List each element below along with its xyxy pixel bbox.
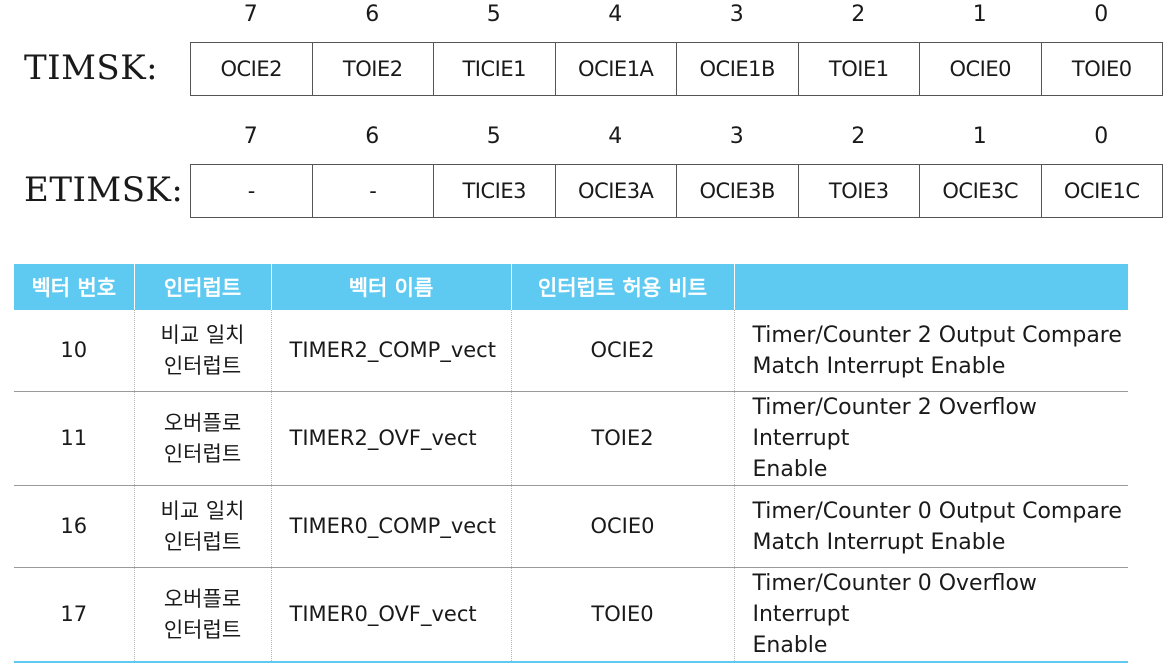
header-vector-name: 벡터 이름 [271, 264, 512, 310]
interrupt-type: 오버플로 인터럽트 [134, 391, 272, 486]
bit-number: 2 [851, 124, 866, 149]
table-row: 16 비교 일치 인터럽트 TIMER0_COMP_vect OCIE0 Time… [14, 485, 1128, 568]
enable-bit: OCIE0 [511, 485, 735, 568]
bit-number: 5 [486, 2, 501, 27]
vector-name: TIMER0_OVF_vect [271, 567, 512, 663]
bit-number: 7 [243, 2, 258, 27]
bit-field: TOIE1 [799, 43, 920, 95]
enable-bit: TOIE0 [511, 567, 735, 663]
bit-field: OCIE0 [920, 43, 1042, 95]
bit-number: 6 [365, 124, 380, 149]
enable-bit: OCIE2 [511, 310, 735, 392]
bit-field: OCIE1B [677, 43, 799, 95]
bit-field-row: OCIE2 TOIE2 TICIE1 OCIE1A OCIE1B TOIE1 O… [190, 42, 1163, 96]
description: Timer/Counter 2 Overflow Interrupt Enable [734, 391, 1128, 486]
bit-field: TOIE0 [1042, 43, 1163, 95]
register-name: ETIMSK: [24, 170, 184, 210]
register-name: TIMSK: [24, 48, 159, 88]
bit-field: TICIE3 [434, 165, 556, 217]
bit-field: TOIE3 [799, 165, 920, 217]
bit-field: - [191, 165, 313, 217]
bit-number: 3 [729, 124, 744, 149]
bit-number-row: 7 6 5 4 3 2 1 0 [190, 124, 1162, 149]
description: Timer/Counter 0 Overflow Interrupt Enable [734, 567, 1128, 663]
bit-number: 1 [972, 124, 987, 149]
interrupt-type: 오버플로 인터럽트 [134, 567, 272, 663]
bit-number-row: 7 6 5 4 3 2 1 0 [190, 2, 1162, 27]
vector-number: 16 [14, 485, 135, 568]
table-row: 10 비교 일치 인터럽트 TIMER2_COMP_vect OCIE2 Time… [14, 310, 1128, 392]
table-row: 11 오버플로 인터럽트 TIMER2_OVF_vect TOIE2 Timer/… [14, 391, 1128, 486]
vector-number: 17 [14, 567, 135, 663]
bit-field: OCIE3C [920, 165, 1042, 217]
bit-field: OCIE1A [556, 43, 677, 95]
bit-field-row: - - TICIE3 OCIE3A OCIE3B TOIE3 OCIE3C OC… [190, 164, 1163, 218]
bit-field: OCIE3A [556, 165, 677, 217]
vector-number: 11 [14, 391, 135, 486]
bit-number: 5 [486, 124, 501, 149]
bit-number: 6 [365, 2, 380, 27]
bit-field: TICIE1 [434, 43, 556, 95]
vector-number: 10 [14, 310, 135, 392]
bit-number: 4 [608, 2, 623, 27]
vector-name: TIMER2_COMP_vect [271, 310, 512, 392]
bit-number: 4 [608, 124, 623, 149]
bit-number: 3 [729, 2, 744, 27]
vector-name: TIMER0_COMP_vect [271, 485, 512, 568]
table-header-row: 벡터 번호 인터럽트 벡터 이름 인터럽트 허용 비트 [14, 264, 1128, 310]
bit-field: OCIE2 [191, 43, 313, 95]
interrupt-type: 비교 일치 인터럽트 [134, 310, 272, 392]
bit-number: 7 [243, 124, 258, 149]
vector-name: TIMER2_OVF_vect [271, 391, 512, 486]
bit-field: TOIE2 [313, 43, 434, 95]
header-description [734, 264, 1128, 310]
interrupt-type: 비교 일치 인터럽트 [134, 485, 272, 568]
bit-field: OCIE3B [677, 165, 799, 217]
bit-number: 0 [1094, 124, 1109, 149]
bit-field: - [313, 165, 434, 217]
header-interrupt: 인터럽트 [134, 264, 272, 310]
table-row: 17 오버플로 인터럽트 TIMER0_OVF_vect TOIE0 Timer/… [14, 567, 1128, 663]
bit-number: 1 [972, 2, 987, 27]
bit-number: 0 [1094, 2, 1109, 27]
bit-number: 2 [851, 2, 866, 27]
interrupt-vector-table: 벡터 번호 인터럽트 벡터 이름 인터럽트 허용 비트 10 비교 일치 인터럽트… [14, 264, 1128, 663]
enable-bit: TOIE2 [511, 391, 735, 486]
header-enable-bit: 인터럽트 허용 비트 [511, 264, 735, 310]
bit-field: OCIE1C [1042, 165, 1163, 217]
header-vector-number: 벡터 번호 [14, 264, 135, 310]
description: Timer/Counter 0 Output Compare Match Inte… [734, 485, 1128, 568]
description: Timer/Counter 2 Output Compare Match Inte… [734, 310, 1128, 392]
